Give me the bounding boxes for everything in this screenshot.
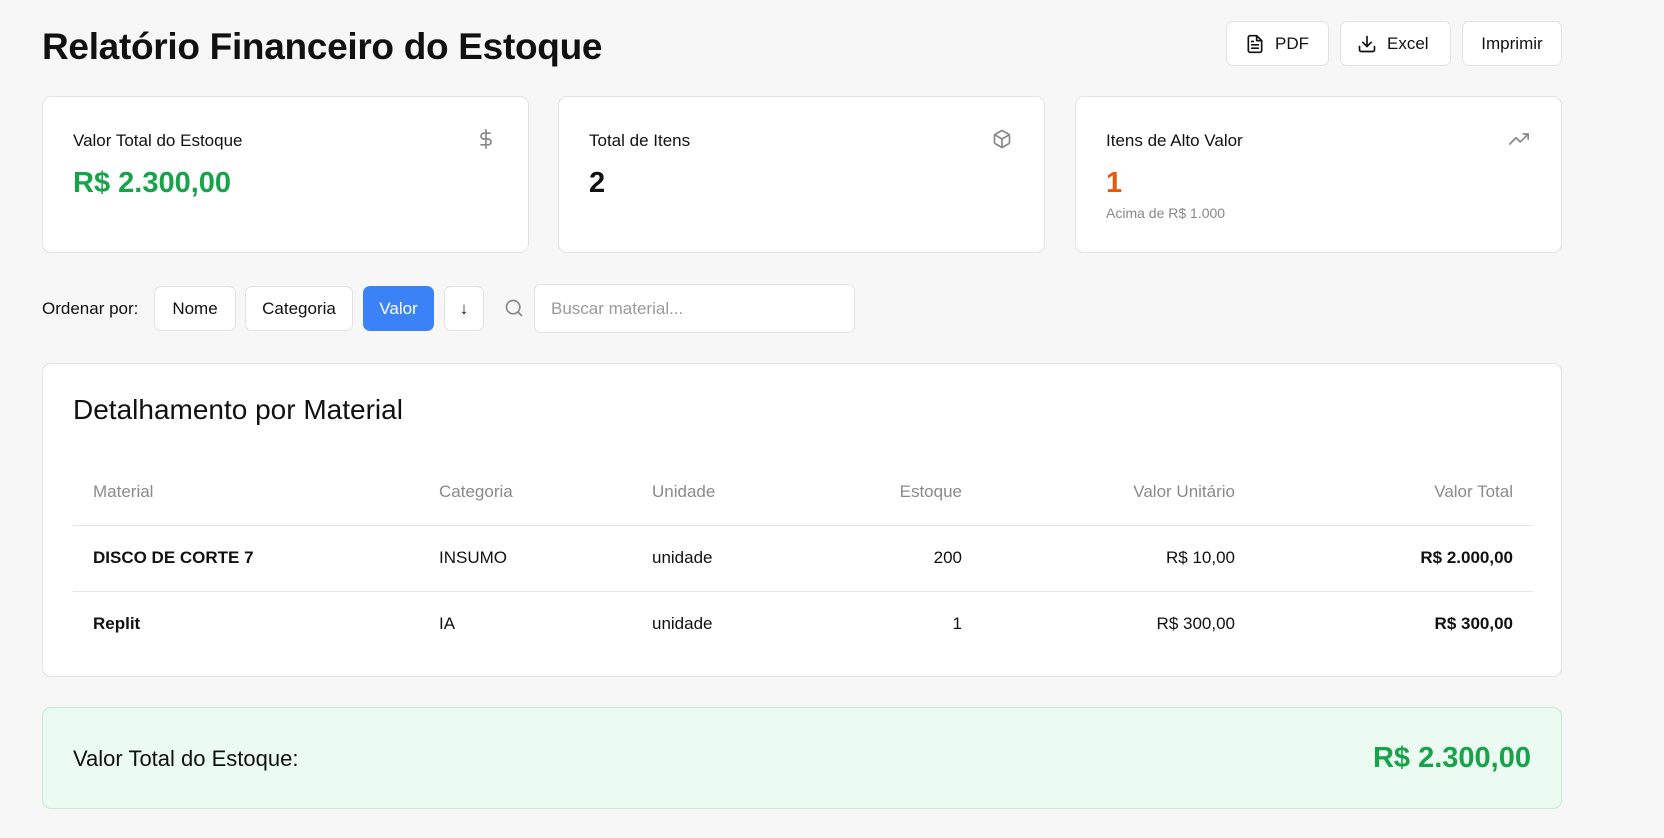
export-excel-button[interactable]: Excel bbox=[1340, 21, 1451, 66]
stat-value: 1 bbox=[1106, 167, 1123, 199]
column-header-material[interactable]: Material bbox=[73, 459, 419, 526]
material-detail-panel: Detalhamento por Material Material Categ… bbox=[42, 363, 1562, 677]
export-actions: PDF Excel Imprimir bbox=[1226, 21, 1562, 66]
column-header-unit-value[interactable]: Valor Unitário bbox=[982, 459, 1255, 526]
stat-label: Itens de Alto Valor bbox=[1106, 131, 1243, 150]
materials-table: Material Categoria Unidade Estoque Valor… bbox=[73, 459, 1533, 657]
sort-label: Ordenar por: bbox=[42, 299, 139, 318]
cell-unit-value: R$ 300,00 bbox=[1156, 614, 1235, 634]
header: Relatório Financeiro do Estoque PDF Exce… bbox=[42, 18, 1562, 72]
download-icon bbox=[1358, 35, 1376, 52]
stat-card-high-value-items: Itens de Alto Valor 1 Acima de R$ 1.000 bbox=[1075, 96, 1562, 253]
cell-unit: unidade bbox=[652, 614, 713, 634]
table-header-row: Material Categoria Unidade Estoque Valor… bbox=[73, 459, 1533, 526]
stat-value: R$ 2.300,00 bbox=[73, 167, 232, 199]
total-summary: Valor Total do Estoque: R$ 2.300,00 bbox=[42, 707, 1562, 809]
table-row[interactable]: Replit IA unidade 1 R$ 300,00 R$ 300,00 bbox=[73, 591, 1533, 657]
export-excel-label: Excel bbox=[1387, 33, 1429, 53]
total-summary-value: R$ 2.300,00 bbox=[1372, 742, 1531, 774]
cell-total-value: R$ 2.000,00 bbox=[1255, 525, 1533, 592]
column-header-unit[interactable]: Unidade bbox=[632, 459, 832, 526]
cell-material: DISCO DE CORTE 7 bbox=[73, 525, 419, 592]
page-title: Relatório Financeiro do Estoque bbox=[42, 26, 603, 67]
stat-subtext: Acima de R$ 1.000 bbox=[1106, 205, 1226, 221]
stat-value: 2 bbox=[589, 167, 606, 199]
sort-by-category-button[interactable]: Categoria bbox=[245, 286, 353, 331]
stat-label: Valor Total do Estoque bbox=[73, 131, 243, 150]
sort-filter-bar: Ordenar por: Nome Categoria Valor ↓ bbox=[42, 284, 942, 333]
total-summary-label: Valor Total do Estoque: bbox=[73, 746, 299, 771]
sort-direction-button[interactable]: ↓ bbox=[444, 286, 484, 331]
stat-cards: Valor Total do Estoque R$ 2.300,00 Total… bbox=[42, 96, 1562, 253]
table-row[interactable]: DISCO DE CORTE 7 INSUMO unidade 200 R$ 1… bbox=[73, 525, 1533, 592]
cell-unit-value: R$ 10,00 bbox=[982, 525, 1255, 592]
panel-title: Detalhamento por Material bbox=[73, 394, 403, 425]
column-header-stock[interactable]: Estoque bbox=[832, 459, 982, 526]
sort-by-value-button[interactable]: Valor bbox=[363, 286, 434, 331]
sort-by-name-button[interactable]: Nome bbox=[154, 286, 236, 331]
print-button[interactable]: Imprimir bbox=[1462, 21, 1562, 66]
cell-material: Replit bbox=[93, 614, 141, 634]
stat-card-total-value: Valor Total do Estoque R$ 2.300,00 bbox=[42, 96, 529, 253]
file-text-icon bbox=[1247, 34, 1263, 53]
package-icon bbox=[993, 129, 1011, 149]
cell-total-value: R$ 300,00 bbox=[1434, 614, 1513, 634]
stat-card-total-items: Total de Itens 2 bbox=[558, 96, 1045, 253]
search-input[interactable] bbox=[534, 284, 855, 333]
cell-category: IA bbox=[439, 614, 456, 634]
column-header-category[interactable]: Categoria bbox=[419, 459, 632, 526]
cell-unit: unidade bbox=[632, 525, 832, 592]
print-label: Imprimir bbox=[1481, 33, 1543, 53]
export-pdf-label: PDF bbox=[1275, 33, 1309, 53]
cell-category: INSUMO bbox=[419, 525, 632, 592]
stat-label: Total de Itens bbox=[589, 131, 691, 150]
cell-stock: 200 bbox=[832, 525, 982, 592]
column-header-total-value[interactable]: Valor Total bbox=[1255, 459, 1533, 526]
export-pdf-button[interactable]: PDF bbox=[1226, 21, 1329, 66]
search-icon bbox=[505, 299, 523, 317]
cell-stock: 1 bbox=[952, 614, 962, 634]
dollar-icon bbox=[480, 129, 492, 149]
trending-up-icon bbox=[1509, 133, 1529, 145]
